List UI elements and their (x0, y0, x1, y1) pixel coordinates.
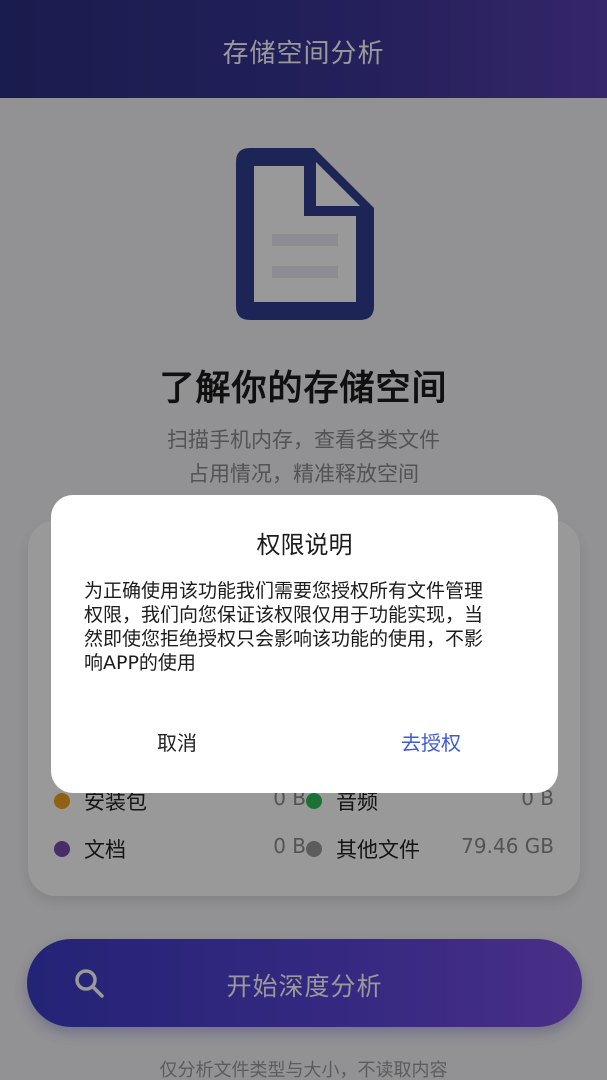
grant-permission-button[interactable]: 去授权 (401, 727, 461, 756)
permission-dialog: 权限说明 为正确使用该功能我们需要您授权所有文件管理 权限，我们向您保证该权限仅… (51, 495, 558, 793)
dialog-body-line: 然即使您拒绝授权只会影响该功能的使用，不影 (84, 628, 484, 650)
cancel-button[interactable]: 取消 (157, 727, 197, 756)
dialog-title: 权限说明 (256, 531, 353, 559)
dialog-body-line: 响APP的使用 (84, 652, 196, 674)
dialog-body-line: 权限，我们向您保证该权限仅用于功能实现，当 (84, 604, 484, 626)
dialog-body-line: 为正确使用该功能我们需要您授权所有文件管理 (84, 580, 484, 602)
dialog-body: 为正确使用该功能我们需要您授权所有文件管理 权限，我们向您保证该权限仅用于功能实… (84, 579, 528, 675)
